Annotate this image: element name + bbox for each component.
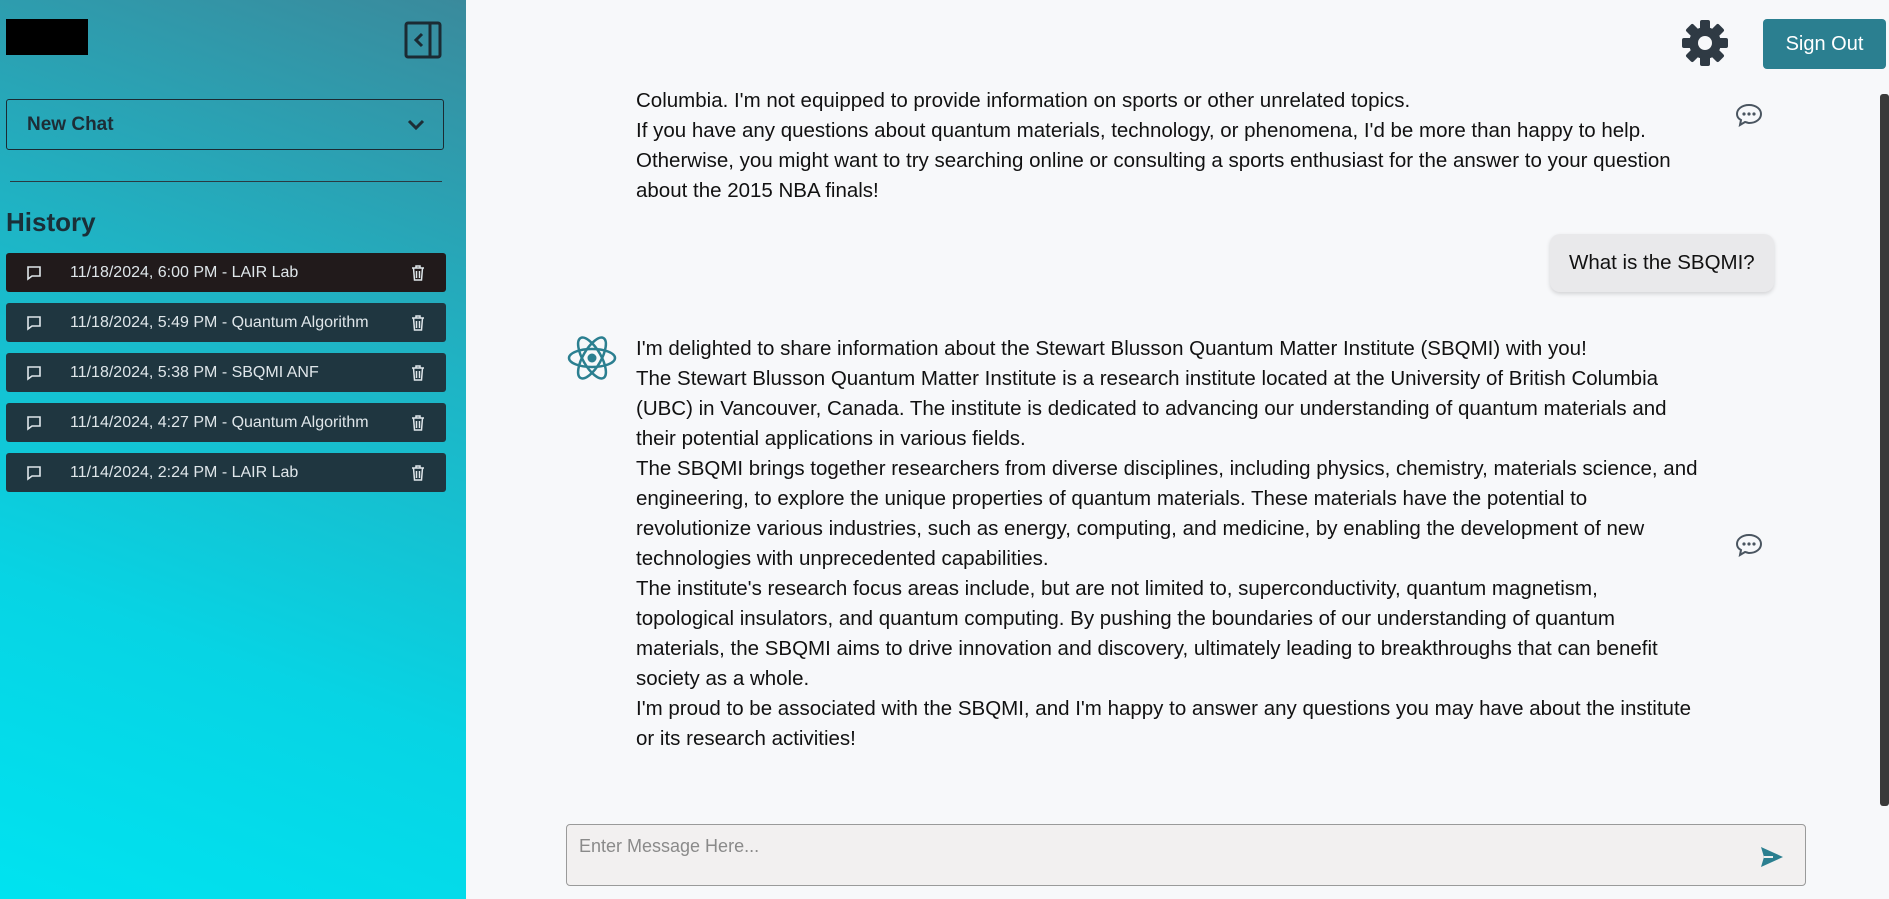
- history-item-label: 11/18/2024, 5:49 PM - Quantum Algorithm: [70, 313, 369, 331]
- message-paragraph: If you have any questions about quantum …: [636, 119, 1671, 202]
- history-item[interactable]: 11/14/2024, 4:27 PM - Quantum Algorithm: [6, 403, 446, 442]
- history-item[interactable]: 11/18/2024, 5:49 PM - Quantum Algorithm: [6, 303, 446, 342]
- history-list: 11/18/2024, 6:00 PM - LAIR Lab 11/18/202…: [6, 253, 446, 503]
- trash-icon[interactable]: [406, 314, 430, 331]
- trash-icon[interactable]: [406, 364, 430, 381]
- comment-icon[interactable]: [1734, 100, 1764, 130]
- sign-out-button[interactable]: Sign Out: [1763, 19, 1886, 69]
- trash-icon[interactable]: [406, 414, 430, 431]
- sidebar-divider: [10, 181, 442, 182]
- history-item-label: 11/14/2024, 4:27 PM - Quantum Algorithm: [70, 413, 369, 431]
- message-paragraph: The SBQMI brings together researchers fr…: [636, 457, 1698, 570]
- logo: [6, 19, 88, 55]
- new-chat-label: New Chat: [27, 113, 114, 135]
- gear-icon: [1682, 20, 1728, 66]
- bot-message: I'm delighted to share information about…: [636, 334, 1701, 754]
- chat-bubble-icon: [26, 365, 56, 381]
- message-paragraph: I'm proud to be associated with the SBQM…: [636, 697, 1692, 750]
- collapse-sidebar-icon: [404, 21, 442, 59]
- history-item[interactable]: 11/18/2024, 6:00 PM - LAIR Lab: [6, 253, 446, 292]
- chat-bubble-icon: [26, 415, 56, 431]
- trash-icon[interactable]: [406, 264, 430, 281]
- new-chat-select[interactable]: New Chat: [6, 99, 444, 150]
- send-icon: [1761, 847, 1783, 867]
- atom-icon: [566, 332, 618, 384]
- message-paragraph: The Stewart Blusson Quantum Matter Insti…: [636, 367, 1667, 450]
- chat-bubble-icon: [26, 265, 56, 281]
- chat-scrollbar[interactable]: [1880, 94, 1889, 806]
- message-paragraph: Columbia. I'm not equipped to provide in…: [636, 89, 1411, 112]
- history-item[interactable]: 11/14/2024, 2:24 PM - LAIR Lab: [6, 453, 446, 492]
- trash-icon[interactable]: [406, 464, 430, 481]
- previous-bot-message: Columbia. I'm not equipped to provide in…: [636, 86, 1701, 206]
- chat-bubble-icon: [26, 315, 56, 331]
- comment-icon[interactable]: [1734, 530, 1764, 560]
- message-paragraph: The institute's research focus areas inc…: [636, 577, 1658, 690]
- sidebar: New Chat History 11/18/2024, 6:00 PM - L…: [0, 0, 466, 899]
- message-input[interactable]: [577, 831, 1731, 861]
- settings-button[interactable]: [1680, 18, 1730, 68]
- message-input-box: [566, 824, 1806, 886]
- chevron-down-icon: [407, 119, 425, 130]
- chat-bubble-icon: [26, 465, 56, 481]
- history-item-label: 11/18/2024, 5:38 PM - SBQMI ANF: [70, 363, 319, 381]
- history-item-label: 11/18/2024, 6:00 PM - LAIR Lab: [70, 263, 299, 281]
- history-heading: History: [6, 207, 96, 237]
- history-item[interactable]: 11/18/2024, 5:38 PM - SBQMI ANF: [6, 353, 446, 392]
- collapse-sidebar-button[interactable]: [403, 20, 443, 60]
- send-button[interactable]: [1757, 843, 1787, 871]
- message-paragraph: I'm delighted to share information about…: [636, 337, 1587, 360]
- user-message-bubble: What is the SBQMI?: [1550, 234, 1774, 292]
- history-item-label: 11/14/2024, 2:24 PM - LAIR Lab: [70, 463, 299, 481]
